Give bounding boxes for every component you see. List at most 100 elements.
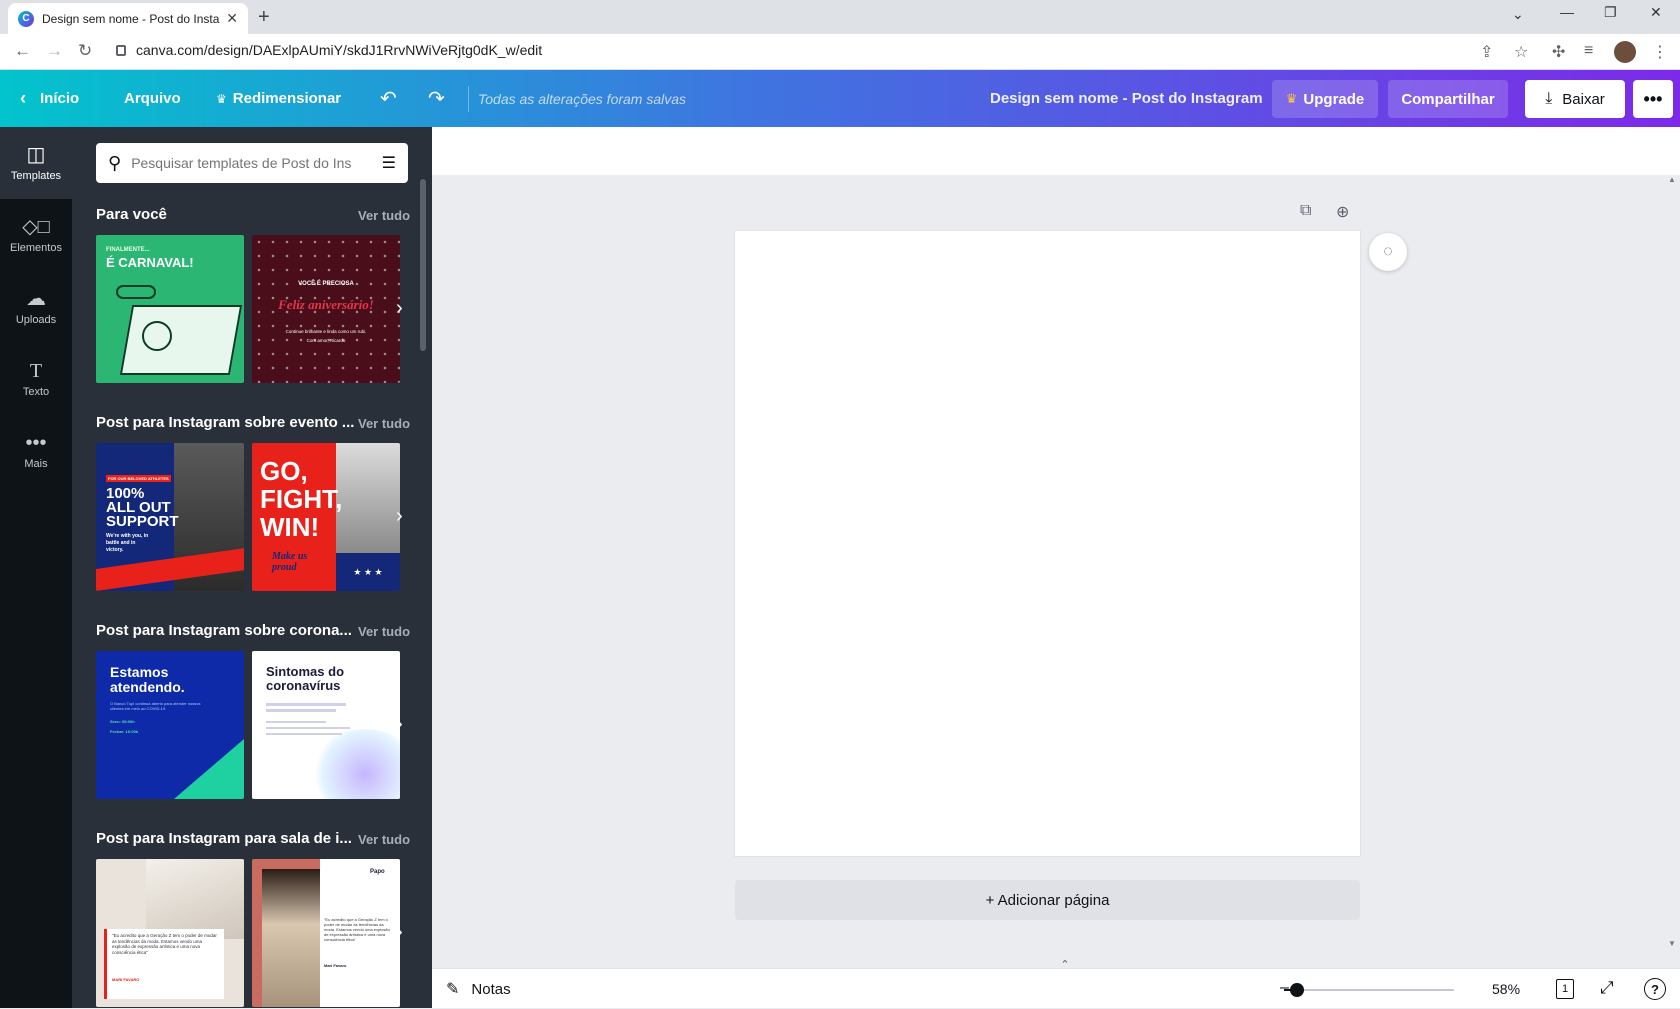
template-thumbnail[interactable]: Estamos atendendo. O Banco Tupi continua… xyxy=(96,651,244,799)
tab-search-icon[interactable]: ⌄ xyxy=(1512,6,1524,23)
share-button[interactable]: Compartilhar xyxy=(1388,80,1508,118)
thumb-text: Feliz aniversário! xyxy=(278,297,374,312)
editor-header: ‹ Início Arquivo ♛ Redimensionar ↶ ↷ Tod… xyxy=(0,70,1680,127)
upload-icon: ☁ xyxy=(26,288,46,310)
template-thumbnail[interactable]: FOR OUR BELOVED ATHLETES 100% ALL OUT SU… xyxy=(96,443,244,591)
tab-close-icon[interactable]: ✕ xyxy=(226,10,238,27)
see-all-link[interactable]: Ver tudo xyxy=(358,832,410,847)
thumb-text: Fechar: 16:00h xyxy=(110,729,139,734)
add-comment-icon[interactable]: ◌ xyxy=(1369,233,1407,271)
thumb-text: "Eu acredito que a Geração Z tem o poder… xyxy=(112,933,217,955)
workspace-scrollbar[interactable]: ▲ ▼ xyxy=(1664,175,1680,965)
resize-label: Redimensionar xyxy=(232,90,342,107)
more-options-button[interactable]: ••• xyxy=(1633,80,1673,118)
template-thumbnail[interactable]: Papo "Eu acredito que a Geração Z tem o … xyxy=(252,859,400,1007)
template-thumbnail[interactable]: ★ ★ ★ GO, FIGHT, WIN! Make us proud xyxy=(252,443,400,591)
text-placeholder-line xyxy=(266,721,326,723)
help-icon[interactable]: ? xyxy=(1644,978,1666,1000)
profile-avatar[interactable] xyxy=(1614,41,1636,63)
download-button[interactable]: ⤓ Baixar xyxy=(1525,80,1625,118)
header-divider xyxy=(468,86,469,112)
panel-scrollbar[interactable] xyxy=(420,179,426,351)
reading-list-icon[interactable]: ≡ xyxy=(1584,42,1593,60)
new-tab-icon[interactable]: + xyxy=(258,6,270,29)
fullscreen-icon[interactable]: ⤢ xyxy=(1600,978,1614,998)
redo-icon[interactable]: ↷ xyxy=(428,70,445,127)
rail-item-uploads[interactable]: ☁ Uploads xyxy=(0,271,72,343)
back-arrow-icon[interactable]: ← xyxy=(14,41,31,61)
add-page-icon[interactable]: ⊕ xyxy=(1336,202,1349,222)
document-title[interactable]: Design sem nome - Post do Instagram xyxy=(990,70,1263,127)
filter-icon[interactable]: ☰ xyxy=(382,153,396,173)
reload-icon[interactable]: ↻ xyxy=(78,41,92,61)
page-count-button[interactable]: 1 xyxy=(1556,979,1574,999)
bookmark-star-icon[interactable]: ☆ xyxy=(1514,42,1528,62)
thumb-text: O Banco Tupi continua aberto para atende… xyxy=(110,701,201,711)
extensions-icon[interactable]: ✣ xyxy=(1552,42,1565,62)
template-thumbnail[interactable]: FINALMENTE... É CARNAVAL! xyxy=(96,235,244,383)
thumb-text: atendendo. xyxy=(110,679,185,695)
rail-label: Templates xyxy=(10,170,62,182)
url-field[interactable]: canva.com/design/DAExlpAUmiY/skdJ1RrvNWi… xyxy=(116,42,542,58)
thumb-text: MARI FAVARO xyxy=(112,977,140,982)
thumb-text: VOCÊ É PRECIOSA xyxy=(298,281,354,287)
section-title: Post para Instagram sobre evento ... xyxy=(96,414,355,431)
scroll-down-icon[interactable]: ▼ xyxy=(1668,939,1676,948)
notes-icon: ✎ xyxy=(446,981,460,998)
crown-icon: ♛ xyxy=(216,91,227,106)
window-close-icon[interactable]: ✕ xyxy=(1650,4,1662,21)
forward-arrow-icon[interactable]: → xyxy=(46,41,63,61)
restore-icon[interactable]: ❐ xyxy=(1604,4,1617,21)
rail-item-elements[interactable]: ◇□ Elementos xyxy=(0,199,72,271)
chevron-right-icon[interactable]: › xyxy=(396,297,403,320)
share-page-icon[interactable]: ⇪ xyxy=(1480,42,1493,62)
browser-tab[interactable]: C Design sem nome - Post do Insta ✕ xyxy=(8,3,248,34)
upgrade-button[interactable]: ♛ Upgrade xyxy=(1272,80,1378,118)
zoom-percentage[interactable]: 58% xyxy=(1492,969,1520,1009)
address-bar: ← → ↻ canva.com/design/DAExlpAUmiY/skdJ1… xyxy=(0,34,1680,70)
resize-button[interactable]: ♛ Redimensionar xyxy=(216,70,341,127)
section-title: Post para Instagram sobre corona... xyxy=(96,622,352,639)
zoom-slider-handle[interactable] xyxy=(1290,983,1305,997)
duplicate-page-icon[interactable]: ⧉ xyxy=(1300,202,1311,220)
ellipsis-icon: ••• xyxy=(1643,88,1663,109)
search-input[interactable] xyxy=(131,155,374,171)
template-thumbnail[interactable]: VOCÊ É PRECIOSA Feliz aniversário! Conti… xyxy=(252,235,400,383)
editor-footer: ✎ Notas – 58% 1 ⤢ ? xyxy=(432,968,1680,1008)
file-menu-button[interactable]: Arquivo xyxy=(124,70,181,127)
design-artboard[interactable] xyxy=(735,231,1360,856)
thumb-text: É CARNAVAL! xyxy=(106,255,194,270)
see-all-link[interactable]: Ver tudo xyxy=(358,624,410,639)
add-page-button[interactable]: + Adicionar página xyxy=(735,880,1360,920)
chevron-right-icon[interactable]: › xyxy=(396,921,403,944)
gradient-blob xyxy=(310,729,400,799)
template-search[interactable]: ⚲ ☰ xyxy=(96,143,408,183)
zoom-slider-track[interactable] xyxy=(1284,989,1454,991)
lock-icon xyxy=(116,45,126,56)
tab-title: Design sem nome - Post do Insta xyxy=(42,11,220,26)
chevron-right-icon[interactable]: › xyxy=(396,713,403,736)
rail-item-more[interactable]: ••• Mais xyxy=(0,415,72,487)
template-thumbnail[interactable]: "Eu acredito que a Geração Z tem o poder… xyxy=(96,859,244,1007)
stars-decoration: ★ ★ ★ xyxy=(336,553,400,591)
rail-label: Elementos xyxy=(10,242,62,254)
templates-icon: ◫ xyxy=(26,144,46,166)
template-thumbnail[interactable]: Sintomas do coronavírus xyxy=(252,651,400,799)
browser-menu-icon[interactable]: ⋮ xyxy=(1652,42,1668,62)
minimize-icon[interactable]: — xyxy=(1560,4,1574,20)
scroll-up-icon[interactable]: ▲ xyxy=(1668,175,1676,184)
thumb-text: Estamos xyxy=(110,664,169,680)
thumb-text: coronavírus xyxy=(266,678,341,693)
teal-corner xyxy=(174,739,244,799)
zoom-out-icon[interactable]: – xyxy=(1280,979,1289,997)
notes-button[interactable]: ✎ Notas xyxy=(446,969,511,1009)
rail-item-text[interactable]: T Texto xyxy=(0,343,72,415)
chevron-right-icon[interactable]: › xyxy=(396,505,403,528)
woman-photo xyxy=(262,869,322,1007)
see-all-link[interactable]: Ver tudo xyxy=(358,416,410,431)
undo-icon[interactable]: ↶ xyxy=(380,70,397,127)
home-button[interactable]: ‹ Início xyxy=(20,70,79,127)
text-placeholder-line xyxy=(266,709,336,712)
see-all-link[interactable]: Ver tudo xyxy=(358,208,410,223)
rail-item-templates[interactable]: ◫ Templates xyxy=(0,127,72,199)
